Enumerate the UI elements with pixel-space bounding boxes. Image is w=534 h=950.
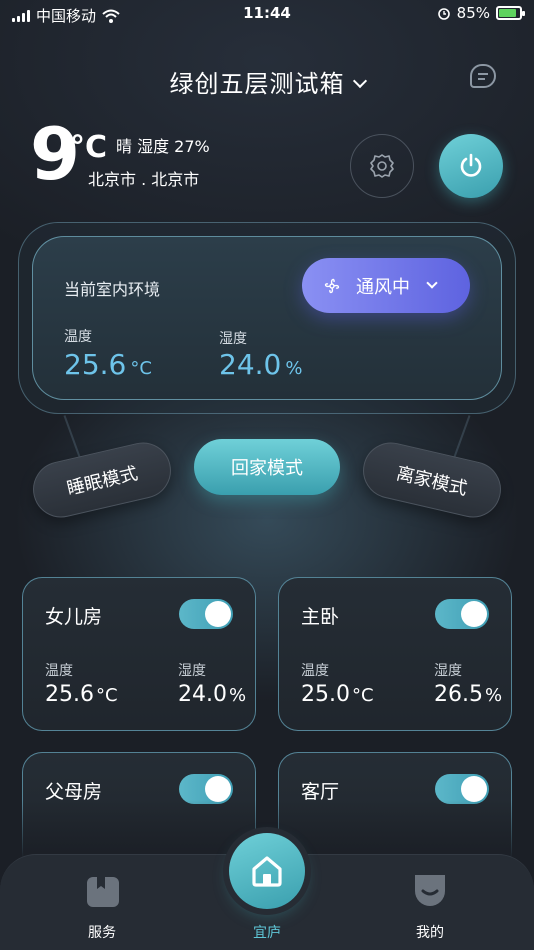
- room-temp-unit: °C: [351, 685, 374, 706]
- status-right: 85%: [437, 4, 525, 22]
- fan-icon: [324, 278, 340, 293]
- room-hum-unit: %: [228, 685, 247, 706]
- room-name: 女儿房: [45, 606, 103, 628]
- indoor-temperature-unit: °C: [130, 358, 152, 379]
- sleep-mode-button[interactable]: 睡眠模式: [27, 436, 177, 524]
- home-icon: [252, 856, 282, 887]
- home-mode-label: 回家模式: [231, 458, 303, 479]
- services-icon[interactable]: [85, 873, 121, 909]
- indoor-temperature-value: 25.6: [64, 348, 127, 381]
- room-card[interactable]: 主卧 温度 25.0 °C 湿度 26.5%: [278, 577, 512, 731]
- indoor-humidity-unit: %: [285, 358, 303, 379]
- alarm-icon: [437, 8, 450, 20]
- room-power-toggle[interactable]: [435, 599, 489, 629]
- device-name: 绿创五层测试箱: [169, 70, 345, 98]
- room-temp-unit: °C: [95, 685, 118, 706]
- nav-services-label[interactable]: 服务: [62, 922, 142, 942]
- indoor-humidity-label: 湿度: [219, 331, 247, 347]
- vent-status-label: 通风中: [356, 276, 410, 298]
- room-hum-value: 26.5: [434, 682, 483, 707]
- profile-icon[interactable]: [413, 873, 447, 909]
- room-power-toggle[interactable]: [179, 599, 233, 629]
- message-icon[interactable]: [470, 64, 496, 88]
- indoor-humidity: 24.0%: [219, 348, 302, 381]
- room-temp-value: 25.6: [45, 682, 94, 707]
- away-mode-button[interactable]: 离家模式: [357, 436, 507, 524]
- device-selector[interactable]: 绿创五层测试箱: [0, 64, 534, 99]
- indoor-temperature-label: 温度: [64, 329, 92, 345]
- battery-percent: 85%: [456, 4, 490, 22]
- power-icon: [460, 153, 482, 177]
- chevron-down-icon: [352, 73, 367, 89]
- room-temp-label: 温度: [301, 663, 329, 679]
- room-temp: 25.0 °C: [301, 682, 374, 707]
- nav-mine-label[interactable]: 我的: [390, 922, 470, 942]
- nav-home-button[interactable]: [229, 833, 305, 909]
- room-hum-label: 湿度: [434, 663, 462, 679]
- room-name: 主卧: [301, 606, 340, 628]
- nav-home-label[interactable]: 宜庐: [227, 922, 307, 942]
- room-hum: 26.5%: [434, 682, 502, 707]
- gear-icon: [370, 154, 394, 178]
- room-hum-unit: %: [484, 685, 503, 706]
- power-button[interactable]: [439, 134, 503, 198]
- indoor-humidity-value: 24.0: [219, 348, 282, 381]
- room-card[interactable]: 女儿房 温度 25.6 °C 湿度 24.0%: [22, 577, 256, 731]
- home-mode-button[interactable]: 回家模式: [194, 439, 340, 495]
- room-temp: 25.6 °C: [45, 682, 118, 707]
- status-bar: 中国移动 11:44 85%: [0, 0, 534, 28]
- city-label: 北京市 . 北京市: [88, 170, 200, 189]
- vent-mode-button[interactable]: 通风中: [302, 258, 470, 313]
- weather-description: 晴 湿度 27%: [116, 137, 210, 156]
- sleep-mode-label: 睡眠模式: [64, 463, 140, 500]
- away-mode-label: 离家模式: [394, 463, 470, 500]
- room-hum: 24.0%: [178, 682, 246, 707]
- chevron-down-icon: [426, 276, 438, 289]
- settings-button[interactable]: [350, 134, 414, 198]
- environment-label: 当前室内环境: [64, 280, 161, 299]
- indoor-temperature: 25.6 °C: [64, 348, 152, 381]
- battery-icon: [496, 6, 525, 20]
- room-hum-value: 24.0: [178, 682, 227, 707]
- room-temp-value: 25.0: [301, 682, 350, 707]
- outdoor-temperature-unit: °C: [70, 130, 108, 165]
- room-hum-label: 湿度: [178, 663, 206, 679]
- room-temp-label: 温度: [45, 663, 73, 679]
